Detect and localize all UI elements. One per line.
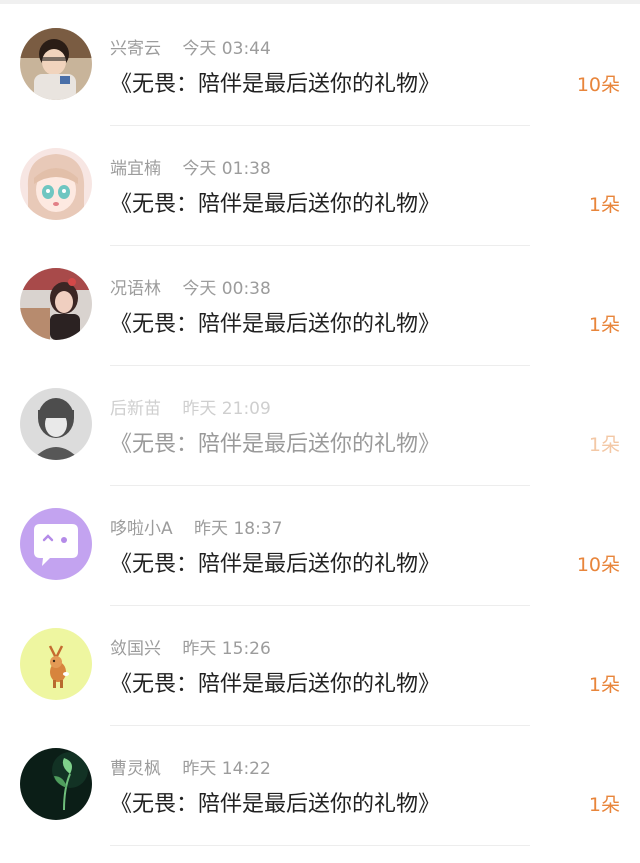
record-time: 昨天 21:09 [182, 399, 271, 419]
user-name[interactable]: 敛国兴 [110, 639, 161, 659]
chat-bubble-face-avatar[interactable] [20, 508, 92, 580]
book-title[interactable]: 《无畏：陪伴是最后送你的礼物》 [110, 546, 440, 578]
record-time: 今天 03:44 [182, 39, 271, 59]
gift-record-row[interactable]: 况语林 今天 00:38 《无畏：陪伴是最后送你的礼物》 1朵 [0, 240, 640, 366]
gift-record-row[interactable]: 端宜楠 今天 01:38 《无畏：陪伴是最后送你的礼物》 1朵 [0, 120, 640, 246]
user-name[interactable]: 后新苗 [110, 399, 161, 419]
flower-count: 1朵 [588, 794, 620, 816]
record-meta: 曹灵枫 昨天 14:22 [110, 754, 271, 779]
flower-count: 1朵 [588, 674, 620, 696]
gift-record-row[interactable]: 曹灵枫 昨天 14:22 《无畏：陪伴是最后送你的礼物》 1朵 [0, 720, 640, 846]
record-time: 昨天 14:22 [182, 759, 271, 779]
grayscale-person-avatar[interactable] [20, 388, 92, 460]
flower-count: 1朵 [588, 434, 620, 456]
anime-girl-avatar[interactable] [20, 148, 92, 220]
record-meta: 况语林 今天 00:38 [110, 274, 271, 299]
green-sprout-avatar[interactable] [20, 748, 92, 820]
record-time: 今天 01:38 [182, 159, 271, 179]
book-title[interactable]: 《无畏：陪伴是最后送你的礼物》 [110, 786, 440, 818]
flower-count: 1朵 [588, 314, 620, 336]
child-photo-avatar[interactable] [20, 28, 92, 100]
record-time: 昨天 18:37 [194, 519, 283, 539]
record-time: 昨天 15:26 [182, 639, 271, 659]
gift-record-row[interactable]: 兴寄云 今天 03:44 《无畏：陪伴是最后送你的礼物》 10朵 [0, 0, 640, 126]
record-meta: 端宜楠 今天 01:38 [110, 154, 271, 179]
woman-photo-avatar[interactable] [20, 268, 92, 340]
gift-record-row[interactable]: 敛国兴 昨天 15:26 《无畏：陪伴是最后送你的礼物》 1朵 [0, 600, 640, 726]
cartoon-deer-avatar[interactable] [20, 628, 92, 700]
book-title[interactable]: 《无畏：陪伴是最后送你的礼物》 [110, 66, 440, 98]
record-meta: 哆啦小A 昨天 18:37 [110, 514, 282, 539]
flower-count: 10朵 [576, 74, 620, 96]
book-title[interactable]: 《无畏：陪伴是最后送你的礼物》 [110, 186, 440, 218]
gift-record-row[interactable]: 哆啦小A 昨天 18:37 《无畏：陪伴是最后送你的礼物》 10朵 [0, 480, 640, 606]
book-title[interactable]: 《无畏：陪伴是最后送你的礼物》 [110, 666, 440, 698]
book-title[interactable]: 《无畏：陪伴是最后送你的礼物》 [110, 306, 440, 338]
user-name[interactable]: 曹灵枫 [110, 759, 161, 779]
flower-count: 10朵 [576, 554, 620, 576]
row-divider [110, 845, 530, 846]
record-meta: 敛国兴 昨天 15:26 [110, 634, 271, 659]
user-name[interactable]: 哆啦小A [110, 519, 173, 539]
record-meta: 兴寄云 今天 03:44 [110, 34, 271, 59]
book-title[interactable]: 《无畏：陪伴是最后送你的礼物》 [110, 426, 440, 458]
user-name[interactable]: 况语林 [110, 279, 161, 299]
record-meta: 后新苗 昨天 21:09 [110, 394, 271, 419]
user-name[interactable]: 端宜楠 [110, 159, 161, 179]
flower-count: 1朵 [588, 194, 620, 216]
gift-record-row[interactable]: 后新苗 昨天 21:09 《无畏：陪伴是最后送你的礼物》 1朵 [0, 360, 640, 486]
record-time: 今天 00:38 [182, 279, 271, 299]
user-name[interactable]: 兴寄云 [110, 39, 161, 59]
